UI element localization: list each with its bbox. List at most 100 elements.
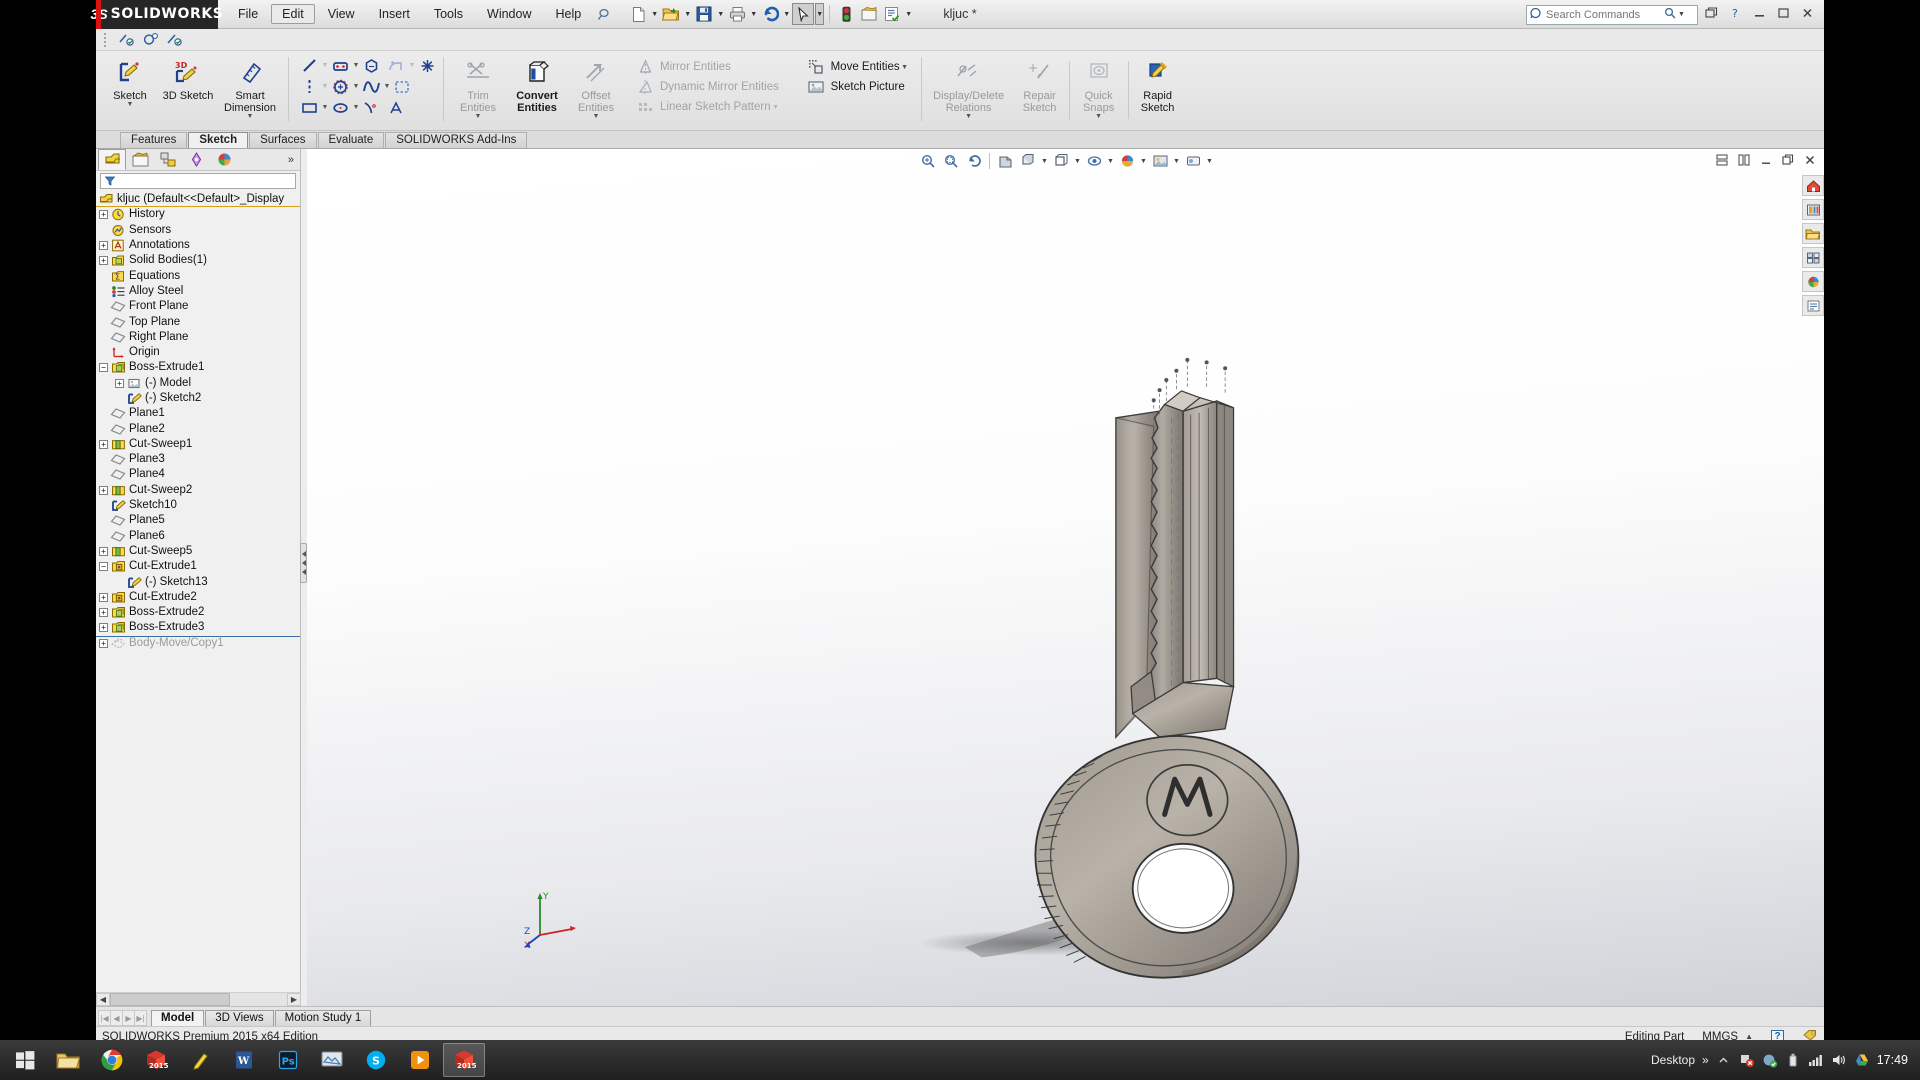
tab-evaluate[interactable]: Evaluate — [318, 132, 385, 148]
point-icon[interactable] — [417, 56, 438, 76]
tree-node-cut-sweep2[interactable]: +Cut-Sweep2 — [96, 483, 300, 498]
property-manager-icon[interactable] — [126, 149, 154, 170]
tree-node-cut-extrude2[interactable]: +Cut-Extrude2 — [96, 590, 300, 605]
maximize-icon[interactable] — [1773, 7, 1794, 22]
tree-node-alloy-steel[interactable]: Alloy Steel — [96, 284, 300, 299]
expand-toggle-icon[interactable]: + — [98, 622, 109, 633]
word-taskbar-icon[interactable]: W — [223, 1043, 265, 1077]
volume-icon[interactable] — [1831, 1052, 1847, 1068]
rapid-sketch-button[interactable]: Rapid Sketch — [1129, 53, 1187, 114]
3d-sketch-button[interactable]: 3D 3D Sketch — [159, 53, 217, 102]
tree-node-plane3[interactable]: Plane3 — [96, 452, 300, 467]
sketch-dropdown-caret[interactable]: ▼ — [127, 102, 134, 108]
offset-entities-button[interactable]: Offset Entities ▼ — [567, 53, 625, 120]
smart-dimension-button[interactable]: Smart Dimension ▼ — [217, 53, 283, 120]
view-orientation-icon[interactable] — [1017, 151, 1039, 172]
tree-node-origin[interactable]: Origin — [96, 345, 300, 360]
construction-rect-dropdown-caret[interactable]: ▼ — [320, 98, 330, 118]
menu-view[interactable]: View — [317, 4, 366, 24]
file-explorer-taskbar-icon[interactable] — [47, 1043, 89, 1077]
menu-help[interactable]: Help — [545, 4, 593, 24]
splitter-handle[interactable] — [300, 543, 307, 583]
expand-toggle-icon[interactable]: + — [98, 255, 109, 266]
feature-tree-hscrollbar[interactable]: ◀ ▶ — [96, 992, 301, 1006]
tree-node-boss-extrude2[interactable]: +Boss-Extrude2 — [96, 605, 300, 620]
tree-node-model[interactable]: +(-) Model — [96, 376, 300, 391]
tree-node-cut-sweep5[interactable]: +Cut-Sweep5 — [96, 544, 300, 559]
zoom-to-area-icon[interactable] — [940, 151, 962, 172]
file-explorer-icon[interactable] — [1802, 223, 1824, 244]
tree-node-sketch13[interactable]: (-) Sketch13 — [96, 574, 300, 589]
options-dropdown[interactable]: ▼ — [904, 3, 913, 25]
tab-3d-views[interactable]: 3D Views — [205, 1010, 273, 1026]
tree-node-plane6[interactable]: Plane6 — [96, 529, 300, 544]
ellipse-icon[interactable] — [330, 98, 351, 118]
construction-rect-icon[interactable] — [299, 98, 320, 118]
undo-dropdown[interactable]: ▼ — [782, 3, 791, 25]
tab-features[interactable]: Features — [120, 132, 187, 148]
file-properties-icon[interactable] — [858, 3, 880, 25]
pushpin-icon[interactable] — [593, 5, 615, 23]
select-dropdown[interactable]: ▼ — [815, 3, 824, 25]
expand-toggle-icon[interactable]: + — [114, 378, 125, 389]
custom-properties-icon[interactable] — [1802, 295, 1824, 316]
line-dropdown-caret[interactable]: ▼ — [320, 56, 330, 76]
close-icon[interactable] — [1797, 7, 1818, 22]
fully-define-sketch-icon[interactable] — [163, 29, 185, 51]
print-icon[interactable] — [726, 3, 748, 25]
tree-node-boss-extrude3[interactable]: +Boss-Extrude3 — [96, 620, 300, 635]
search-commands-field[interactable] — [1546, 9, 1664, 21]
centerline-icon[interactable] — [299, 77, 320, 97]
parabola-icon[interactable] — [361, 98, 382, 118]
menu-window[interactable]: Window — [476, 4, 542, 24]
quick-snaps-button[interactable]: Quick Snaps ▼ — [1070, 53, 1128, 120]
tree-node-history[interactable]: +History — [96, 207, 300, 222]
dimxpert-icon[interactable] — [182, 149, 210, 170]
photoshop-taskbar-icon[interactable]: Ps — [267, 1043, 309, 1077]
media-player-taskbar-icon[interactable] — [399, 1043, 441, 1077]
tree-node-plane5[interactable]: Plane5 — [96, 513, 300, 528]
feature-tree-icon[interactable] — [98, 149, 126, 170]
restore-window-icon[interactable] — [1701, 7, 1722, 22]
spline-dropdown-caret[interactable]: ▼ — [382, 77, 392, 97]
usb-icon[interactable] — [1785, 1052, 1801, 1068]
solidworks-2015-taskbar-icon[interactable]: 2015 — [135, 1043, 177, 1077]
hide-show-items-icon[interactable] — [1083, 151, 1105, 172]
search-input[interactable]: ▼ — [1526, 5, 1698, 25]
hscroll-track[interactable] — [110, 993, 287, 1006]
tab-motion-study[interactable]: Motion Study 1 — [275, 1010, 372, 1026]
menu-insert[interactable]: Insert — [368, 4, 421, 24]
menu-file[interactable]: File — [227, 4, 269, 24]
add-relation-icon[interactable] — [115, 29, 137, 51]
text-icon[interactable] — [386, 98, 407, 118]
tree-node-boss-extrude1[interactable]: −Boss-Extrude1 — [96, 360, 300, 375]
sketch-fillet-icon[interactable] — [392, 77, 413, 97]
select-pointer-icon[interactable] — [792, 3, 814, 25]
trim-entities-dropdown-caret[interactable]: ▼ — [475, 114, 482, 120]
tree-node-plane2[interactable]: Plane2 — [96, 421, 300, 436]
view-settings-icon[interactable] — [1182, 151, 1204, 172]
taskbar-overflow-chevron[interactable]: » — [1702, 1053, 1709, 1067]
convert-entities-button[interactable]: Convert Entities — [507, 53, 567, 114]
undo-icon[interactable] — [759, 3, 781, 25]
configuration-manager-icon[interactable] — [154, 149, 182, 170]
tab-surfaces[interactable]: Surfaces — [249, 132, 316, 148]
tree-node-front-plane[interactable]: Front Plane — [96, 299, 300, 314]
quick-snaps-caret[interactable]: ▼ — [1095, 114, 1102, 120]
view-orientation-caret[interactable]: ▼ — [1040, 151, 1049, 172]
expand-toggle-icon[interactable]: + — [98, 485, 109, 496]
tab-solidworks-add-ins[interactable]: SOLIDWORKS Add-Ins — [385, 132, 527, 148]
tree-node-equations[interactable]: ΣEquations — [96, 268, 300, 283]
feature-manager-overflow-chevron[interactable]: » — [288, 154, 300, 166]
design-library-icon[interactable] — [1802, 199, 1824, 220]
expand-toggle-icon[interactable]: + — [98, 546, 109, 557]
tree-node-sensors[interactable]: Sensors — [96, 223, 300, 238]
menu-tools[interactable]: Tools — [423, 4, 474, 24]
mirror-entities-button[interactable]: Mirror Entities — [635, 57, 737, 77]
appearances-scenes-icon[interactable] — [1802, 271, 1824, 292]
circle-dropdown-caret[interactable]: ▼ — [351, 77, 361, 97]
move-entities-button[interactable]: Move Entities ▼ — [806, 57, 916, 77]
ellipse-dropdown-caret[interactable]: ▼ — [351, 98, 361, 118]
rectangle-icon[interactable] — [330, 56, 351, 76]
line-icon[interactable] — [299, 56, 320, 76]
